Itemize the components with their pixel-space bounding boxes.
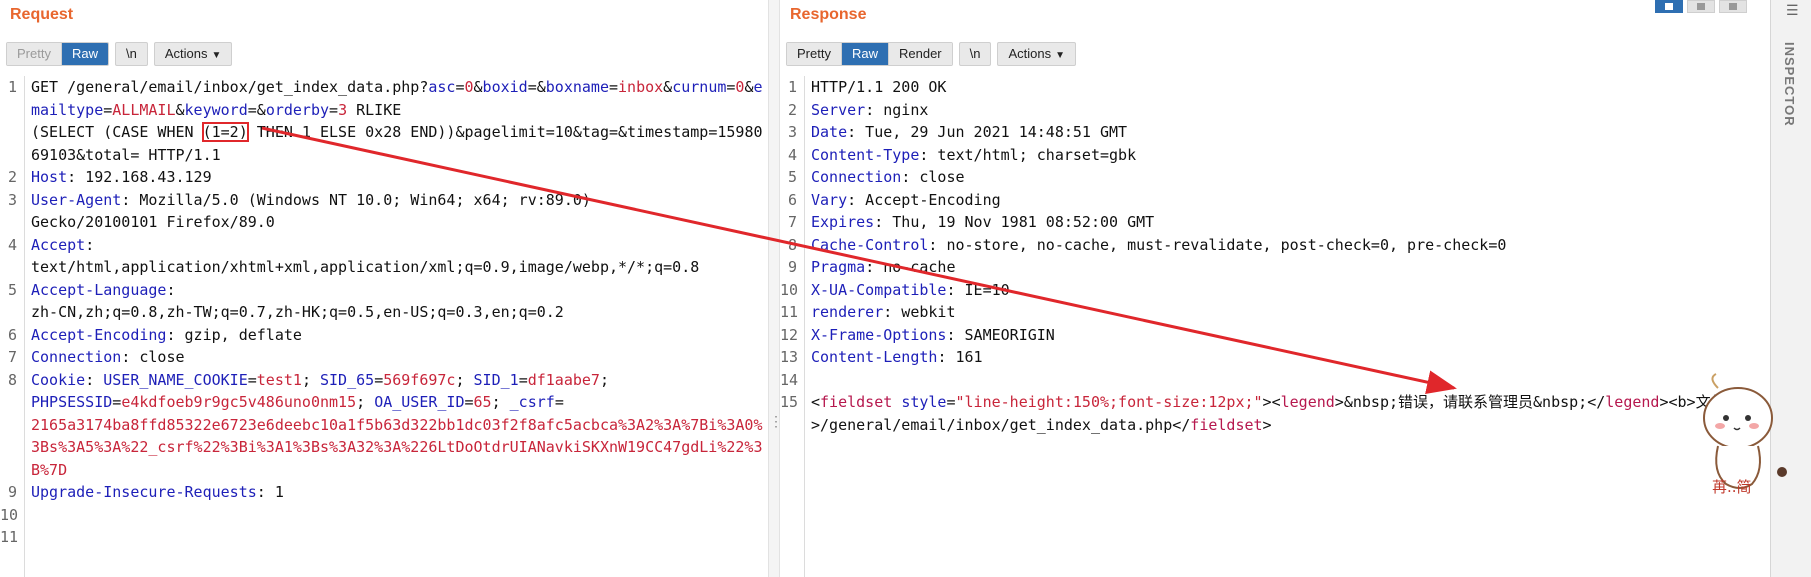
annotation-arrow [261, 126, 1457, 394]
annotation-arrow-line [261, 126, 1457, 394]
sticker-caption: 苒..简 [1712, 478, 1752, 496]
cartoon-sticker: 苒..简 [1703, 373, 1787, 496]
sticker-sprout-icon [1711, 373, 1719, 389]
sticker-head [1703, 387, 1773, 449]
